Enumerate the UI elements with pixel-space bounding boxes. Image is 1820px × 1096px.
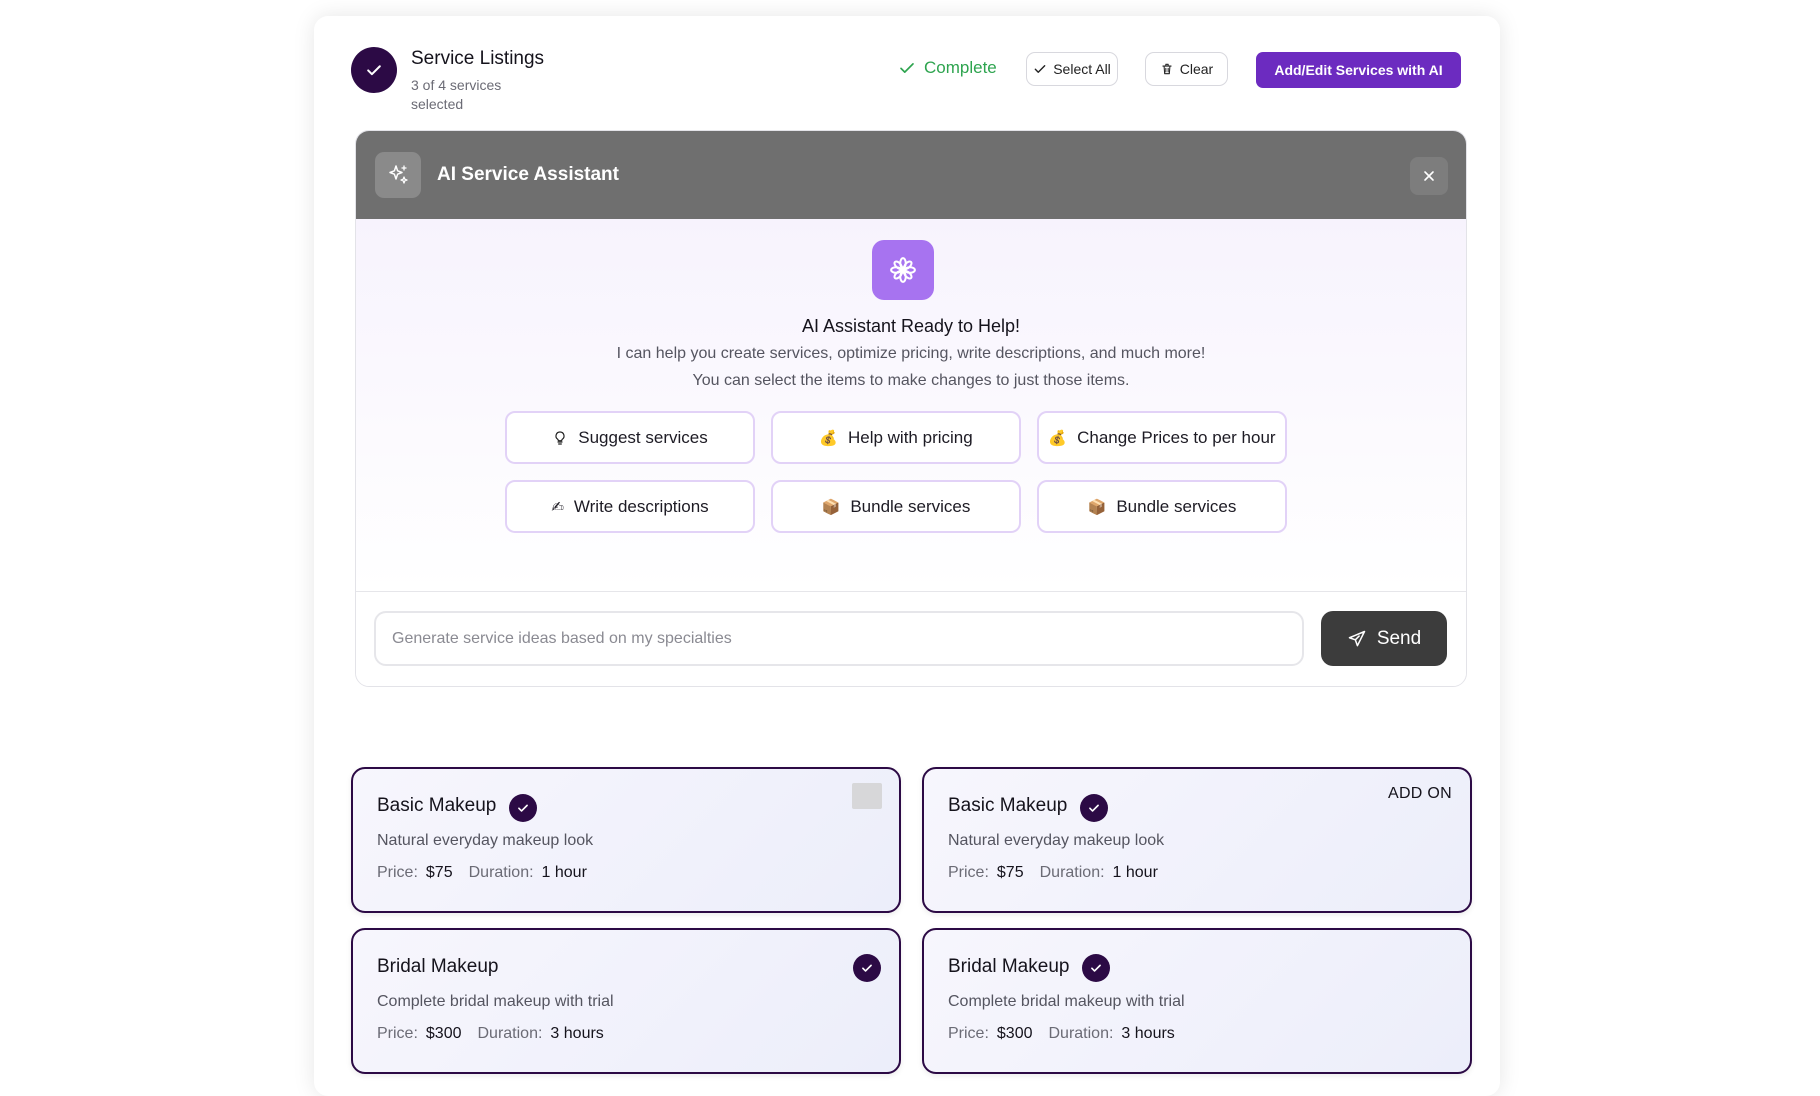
send-button[interactable]: Send [1321, 611, 1447, 666]
page-title: Service Listings [411, 48, 545, 69]
assistant-input-bar: Send [356, 591, 1466, 686]
selected-check-icon [1080, 794, 1108, 822]
package-icon: 📦 [1087, 498, 1107, 516]
price-label: Price: [377, 864, 418, 881]
duration-label: Duration: [477, 1025, 543, 1042]
select-all-label: Select All [1053, 61, 1111, 77]
close-icon [1424, 171, 1434, 181]
duration-value: 3 hours [1121, 1025, 1175, 1042]
chip-write-descriptions[interactable]: ✍ Write descriptions [505, 480, 755, 533]
clear-button[interactable]: Clear [1145, 52, 1228, 86]
ai-flower-icon [872, 240, 934, 300]
chip-label: Write descriptions [573, 496, 709, 516]
service-card[interactable]: Basic Makeup ADD ON Natural everyday mak… [922, 767, 1472, 913]
service-checkbox[interactable] [852, 783, 882, 809]
money-bag-icon: 💰 [1048, 429, 1068, 447]
service-description: Complete bridal makeup with trial [377, 993, 614, 1010]
add-edit-services-ai-button[interactable]: Add/Edit Services with AI [1256, 52, 1461, 88]
duration-value: 1 hour [1112, 864, 1158, 881]
price-value: $300 [425, 1025, 462, 1042]
selected-check-icon [1082, 954, 1110, 982]
add-on-badge: ADD ON [1387, 785, 1452, 802]
writing-hand-icon: ✍ [551, 498, 564, 516]
duration-value: 3 hours [550, 1025, 604, 1042]
service-card[interactable]: Basic Makeup Natural everyday makeup loo… [351, 767, 901, 913]
service-name: Bridal Makeup [377, 956, 499, 977]
chip-help-with-pricing[interactable]: 💰 Help with pricing [771, 411, 1021, 464]
price-value: $300 [996, 1025, 1033, 1042]
send-icon [1348, 630, 1366, 646]
chip-label: Bundle services [1116, 496, 1237, 516]
check-icon [1034, 65, 1046, 73]
chip-label: Change Prices to per hour [1077, 427, 1276, 447]
duration-label: Duration: [468, 864, 534, 881]
price-value: $75 [425, 864, 453, 881]
service-meta: Price: $75 Duration: 1 hour [377, 864, 603, 882]
status-label: Complete [924, 58, 997, 77]
check-icon [900, 63, 914, 73]
assistant-body: AI Assistant Ready to Help! I can help y… [356, 219, 1466, 591]
service-name: Basic Makeup [948, 795, 1068, 816]
service-name: Basic Makeup [377, 795, 497, 816]
completed-check-badge [351, 47, 397, 93]
status-complete: Complete [898, 58, 997, 78]
duration-label: Duration: [1048, 1025, 1114, 1042]
service-meta: Price: $300 Duration: 3 hours [948, 1025, 1191, 1043]
lightbulb-icon [555, 430, 565, 445]
ready-description-line-1: I can help you create services, optimize… [616, 345, 1206, 362]
trash-icon [1162, 63, 1172, 75]
assistant-title: AI Service Assistant [437, 164, 619, 185]
chip-change-prices-per-hour[interactable]: 💰 Change Prices to per hour [1037, 411, 1287, 464]
selected-check-icon [509, 794, 537, 822]
ai-prompt-input[interactable] [374, 611, 1304, 666]
sparkles-icon [375, 152, 421, 198]
clear-label: Clear [1179, 61, 1214, 77]
money-bag-icon: 💰 [819, 429, 838, 447]
selected-check-icon [853, 954, 881, 982]
chip-bundle-services-2[interactable]: 📦 Bundle services [1037, 480, 1287, 533]
select-all-button[interactable]: Select All [1026, 52, 1118, 86]
package-icon: 📦 [821, 498, 841, 516]
ready-title: AI Assistant Ready to Help! [801, 316, 1021, 336]
chip-label: Suggest services [578, 427, 708, 447]
chip-suggest-services[interactable]: Suggest services [505, 411, 755, 464]
send-label: Send [1376, 627, 1422, 649]
service-description: Complete bridal makeup with trial [948, 993, 1185, 1010]
assistant-header: AI Service Assistant [356, 131, 1466, 219]
price-label: Price: [377, 1025, 418, 1042]
service-name: Bridal Makeup [948, 956, 1070, 977]
service-description: Natural everyday makeup look [948, 832, 1165, 849]
selection-count: 3 of 4 services selected [411, 77, 502, 112]
service-meta: Price: $75 Duration: 1 hour [948, 864, 1174, 882]
check-icon [367, 65, 381, 76]
chip-label: Help with pricing [847, 427, 973, 447]
ready-description-line-2: You can select the items to make changes… [692, 372, 1130, 389]
price-label: Price: [948, 864, 989, 881]
price-value: $75 [996, 864, 1024, 881]
close-assistant-button[interactable] [1410, 157, 1448, 195]
service-description: Natural everyday makeup look [377, 832, 594, 849]
duration-label: Duration: [1039, 864, 1105, 881]
service-meta: Price: $300 Duration: 3 hours [377, 1025, 620, 1043]
service-card[interactable]: Bridal Makeup Complete bridal makeup wit… [922, 928, 1472, 1074]
chip-label: Bundle services [850, 496, 971, 516]
price-label: Price: [948, 1025, 989, 1042]
chip-bundle-services[interactable]: 📦 Bundle services [771, 480, 1021, 533]
duration-value: 1 hour [541, 864, 587, 881]
ai-assistant-panel: AI Service Assistant AI Assistant Ready … [355, 130, 1467, 687]
service-card[interactable]: Bridal Makeup Complete bridal makeup wit… [351, 928, 901, 1074]
